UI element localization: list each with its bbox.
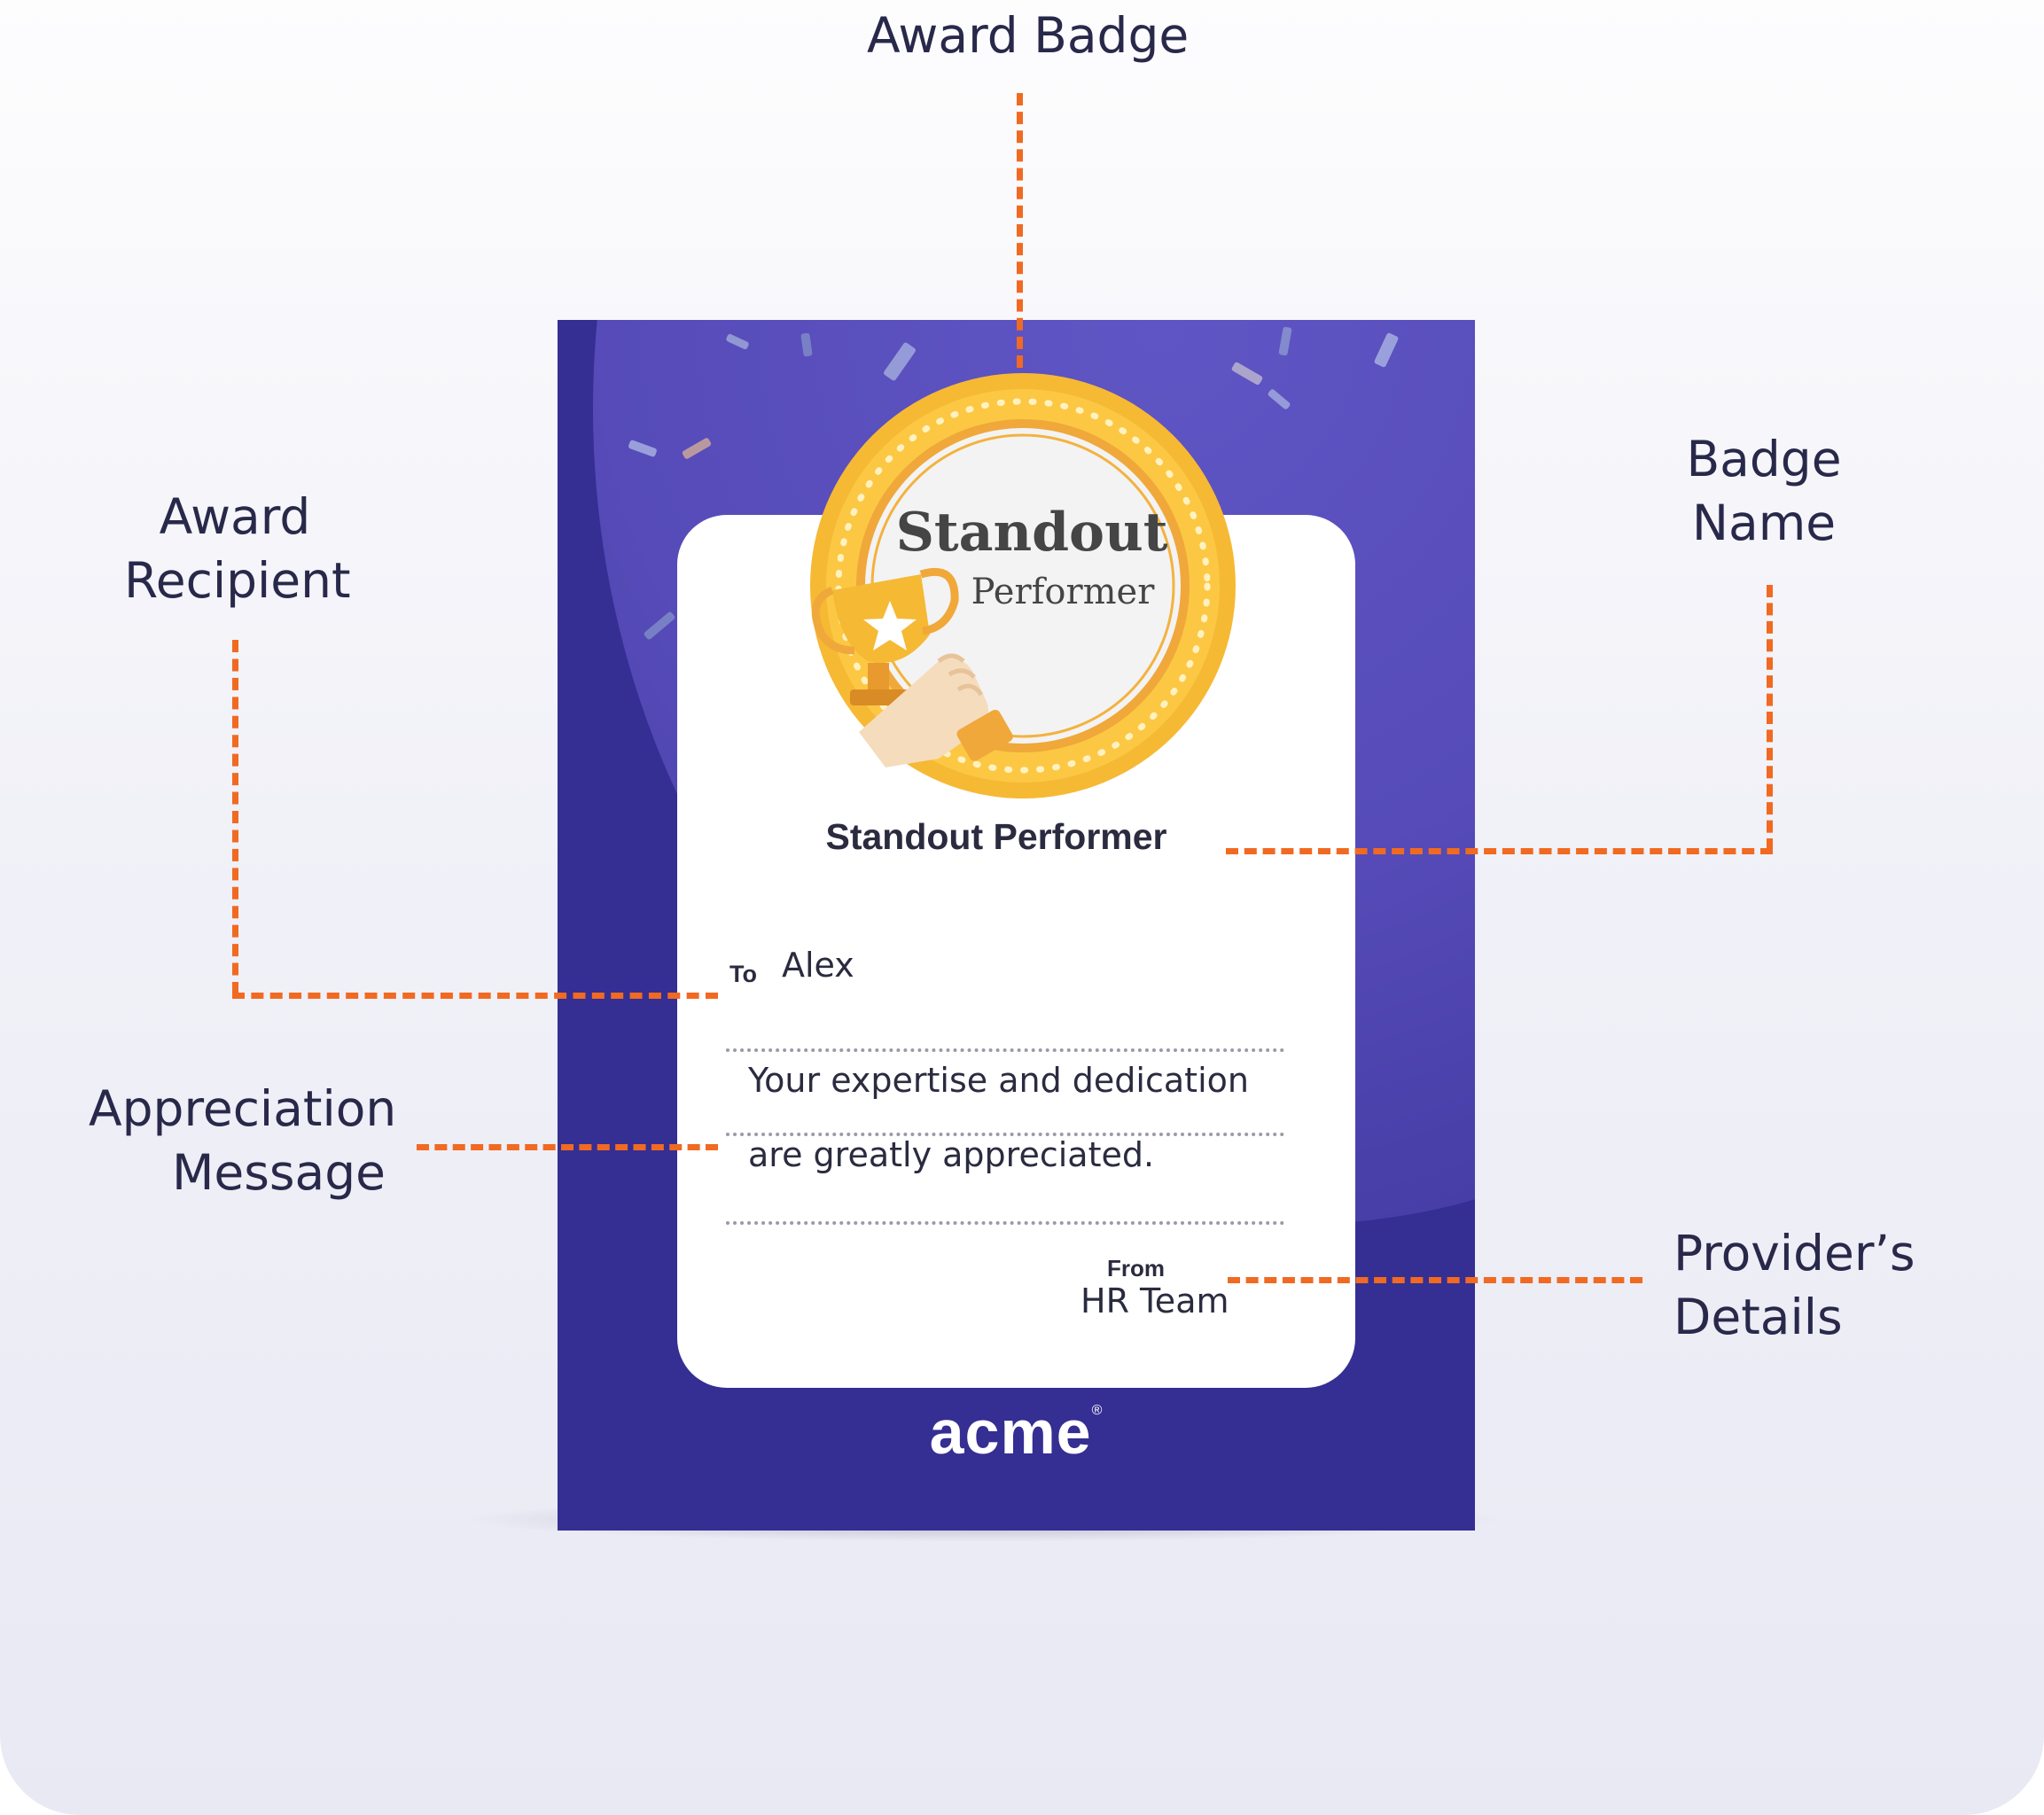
acme-logo-mark: ® xyxy=(1091,1403,1104,1418)
leader-badge-name-horizontal xyxy=(1226,848,1773,854)
dotted-rule xyxy=(726,1048,1284,1052)
acme-logo: acme® xyxy=(558,1397,1475,1468)
leader-award-badge xyxy=(1017,93,1023,368)
callout-providers-details: Provider’s Details xyxy=(1673,1221,1915,1349)
medal-text-line1: Standout xyxy=(896,502,1168,564)
provider-name: HR Team xyxy=(1081,1281,1229,1320)
dotted-rule xyxy=(726,1221,1284,1225)
callout-award-recipient-line2: Recipient xyxy=(124,552,351,609)
provider-from-label: From xyxy=(1107,1255,1165,1281)
recipient-to-label: To xyxy=(729,961,757,987)
diagram-canvas: Award Badge Badge Name Award Recipient A… xyxy=(0,0,2044,1815)
medal-text-line2: Performer xyxy=(971,572,1156,612)
badge-name: Standout Performer xyxy=(825,816,1167,857)
callout-badge-name: Badge Name xyxy=(1666,427,1861,555)
leader-award-recipient-vertical xyxy=(232,640,238,994)
callout-providers-details-line2: Details xyxy=(1673,1289,1843,1345)
leader-award-recipient-horizontal xyxy=(232,993,718,999)
award-card: Standout Performer Standout Performer To… xyxy=(558,320,1475,1531)
appreciation-message-line2: are greatly appreciated. xyxy=(748,1135,1155,1174)
callout-appreciation-message: Appreciation Message xyxy=(89,1077,397,1204)
callout-award-recipient: Award Recipient xyxy=(124,485,351,612)
callout-badge-name-line2: Name xyxy=(1691,495,1837,551)
award-medal: Standout Performer xyxy=(810,373,1236,798)
leader-badge-name-vertical xyxy=(1767,585,1773,851)
callout-appreciation-message-line2: Message xyxy=(171,1144,386,1201)
leader-providers-details xyxy=(1228,1277,1642,1283)
callout-providers-details-line1: Provider’s xyxy=(1673,1225,1915,1281)
callout-award-badge: Award Badge xyxy=(867,7,1190,64)
callout-badge-name-line1: Badge xyxy=(1686,431,1842,487)
appreciation-message-line1: Your expertise and dedication xyxy=(748,1061,1249,1100)
callout-award-recipient-line1: Award xyxy=(159,488,311,545)
leader-appreciation-message xyxy=(417,1144,718,1150)
acme-logo-text: acme xyxy=(929,1398,1092,1467)
callout-appreciation-message-line1: Appreciation xyxy=(89,1080,397,1137)
recipient-name: Alex xyxy=(782,946,854,985)
